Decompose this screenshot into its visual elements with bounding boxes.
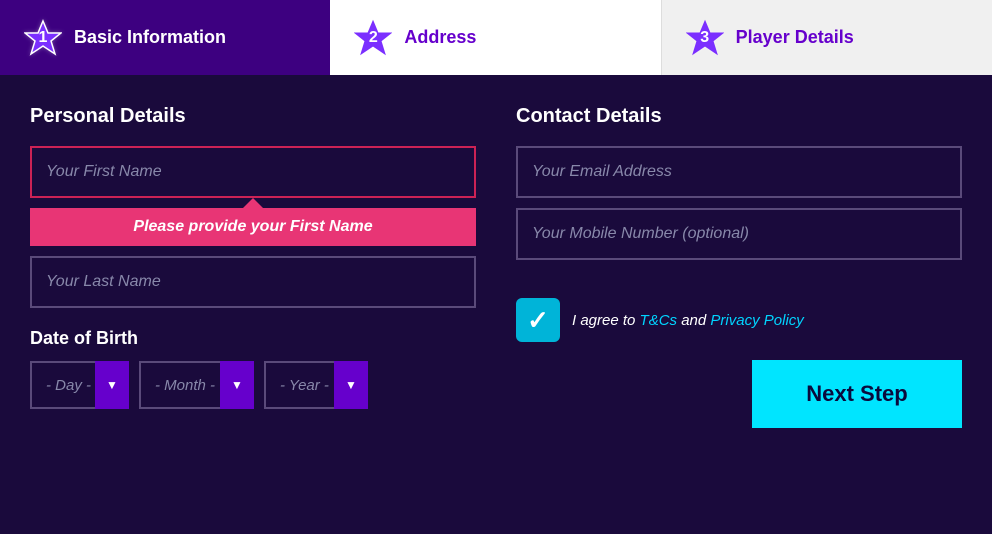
agreement-checkbox[interactable]: ✓ (516, 298, 560, 342)
mobile-input[interactable] (516, 208, 962, 260)
agreement-prefix: I agree to (572, 312, 640, 329)
checkmark-icon: ✓ (527, 305, 549, 336)
step-1-number: 1 (39, 29, 48, 47)
email-input[interactable] (516, 146, 962, 198)
last-name-input[interactable] (30, 256, 476, 308)
step-1-label: Basic Information (74, 27, 226, 48)
first-name-input[interactable] (30, 146, 476, 198)
dob-label: Date of Birth (30, 328, 476, 349)
main-content: Personal Details Please provide your Fir… (0, 75, 992, 534)
step-3[interactable]: 3 Player Details (662, 0, 992, 75)
dob-selects: - Day - - Month - - Year - (30, 361, 476, 409)
agreement-and: and (677, 312, 710, 329)
first-name-error: Please provide your First Name (30, 208, 476, 246)
day-select[interactable]: - Day - (30, 361, 129, 409)
agreement-row: ✓ I agree to T&Cs and Privacy Policy (516, 298, 962, 342)
step-1-badge: 1 (24, 19, 62, 57)
next-step-button[interactable]: Next Step (752, 360, 962, 428)
right-panel: Contact Details ✓ I agree to T&Cs and Pr… (516, 105, 962, 534)
month-select-wrapper: - Month - (139, 361, 254, 409)
step-2[interactable]: 2 Address (330, 0, 661, 75)
year-select-wrapper: - Year - (264, 361, 368, 409)
step-3-number: 3 (700, 29, 709, 47)
contact-section-title: Contact Details (516, 105, 962, 128)
terms-link[interactable]: T&Cs (640, 312, 678, 329)
left-panel: Personal Details Please provide your Fir… (30, 105, 476, 534)
step-2-badge: 2 (354, 19, 392, 57)
privacy-link[interactable]: Privacy Policy (710, 312, 803, 329)
year-select[interactable]: - Year - (264, 361, 368, 409)
step-2-label: Address (404, 27, 476, 48)
month-select[interactable]: - Month - (139, 361, 254, 409)
agreement-text: I agree to T&Cs and Privacy Policy (572, 312, 804, 329)
personal-section-title: Personal Details (30, 105, 476, 128)
step-1[interactable]: 1 Basic Information (0, 0, 330, 75)
step-3-label: Player Details (736, 27, 854, 48)
step-2-number: 2 (369, 29, 378, 47)
steps-header: 1 Basic Information 2 Address 3 Player D… (0, 0, 992, 75)
step-3-badge: 3 (686, 19, 724, 57)
day-select-wrapper: - Day - (30, 361, 129, 409)
